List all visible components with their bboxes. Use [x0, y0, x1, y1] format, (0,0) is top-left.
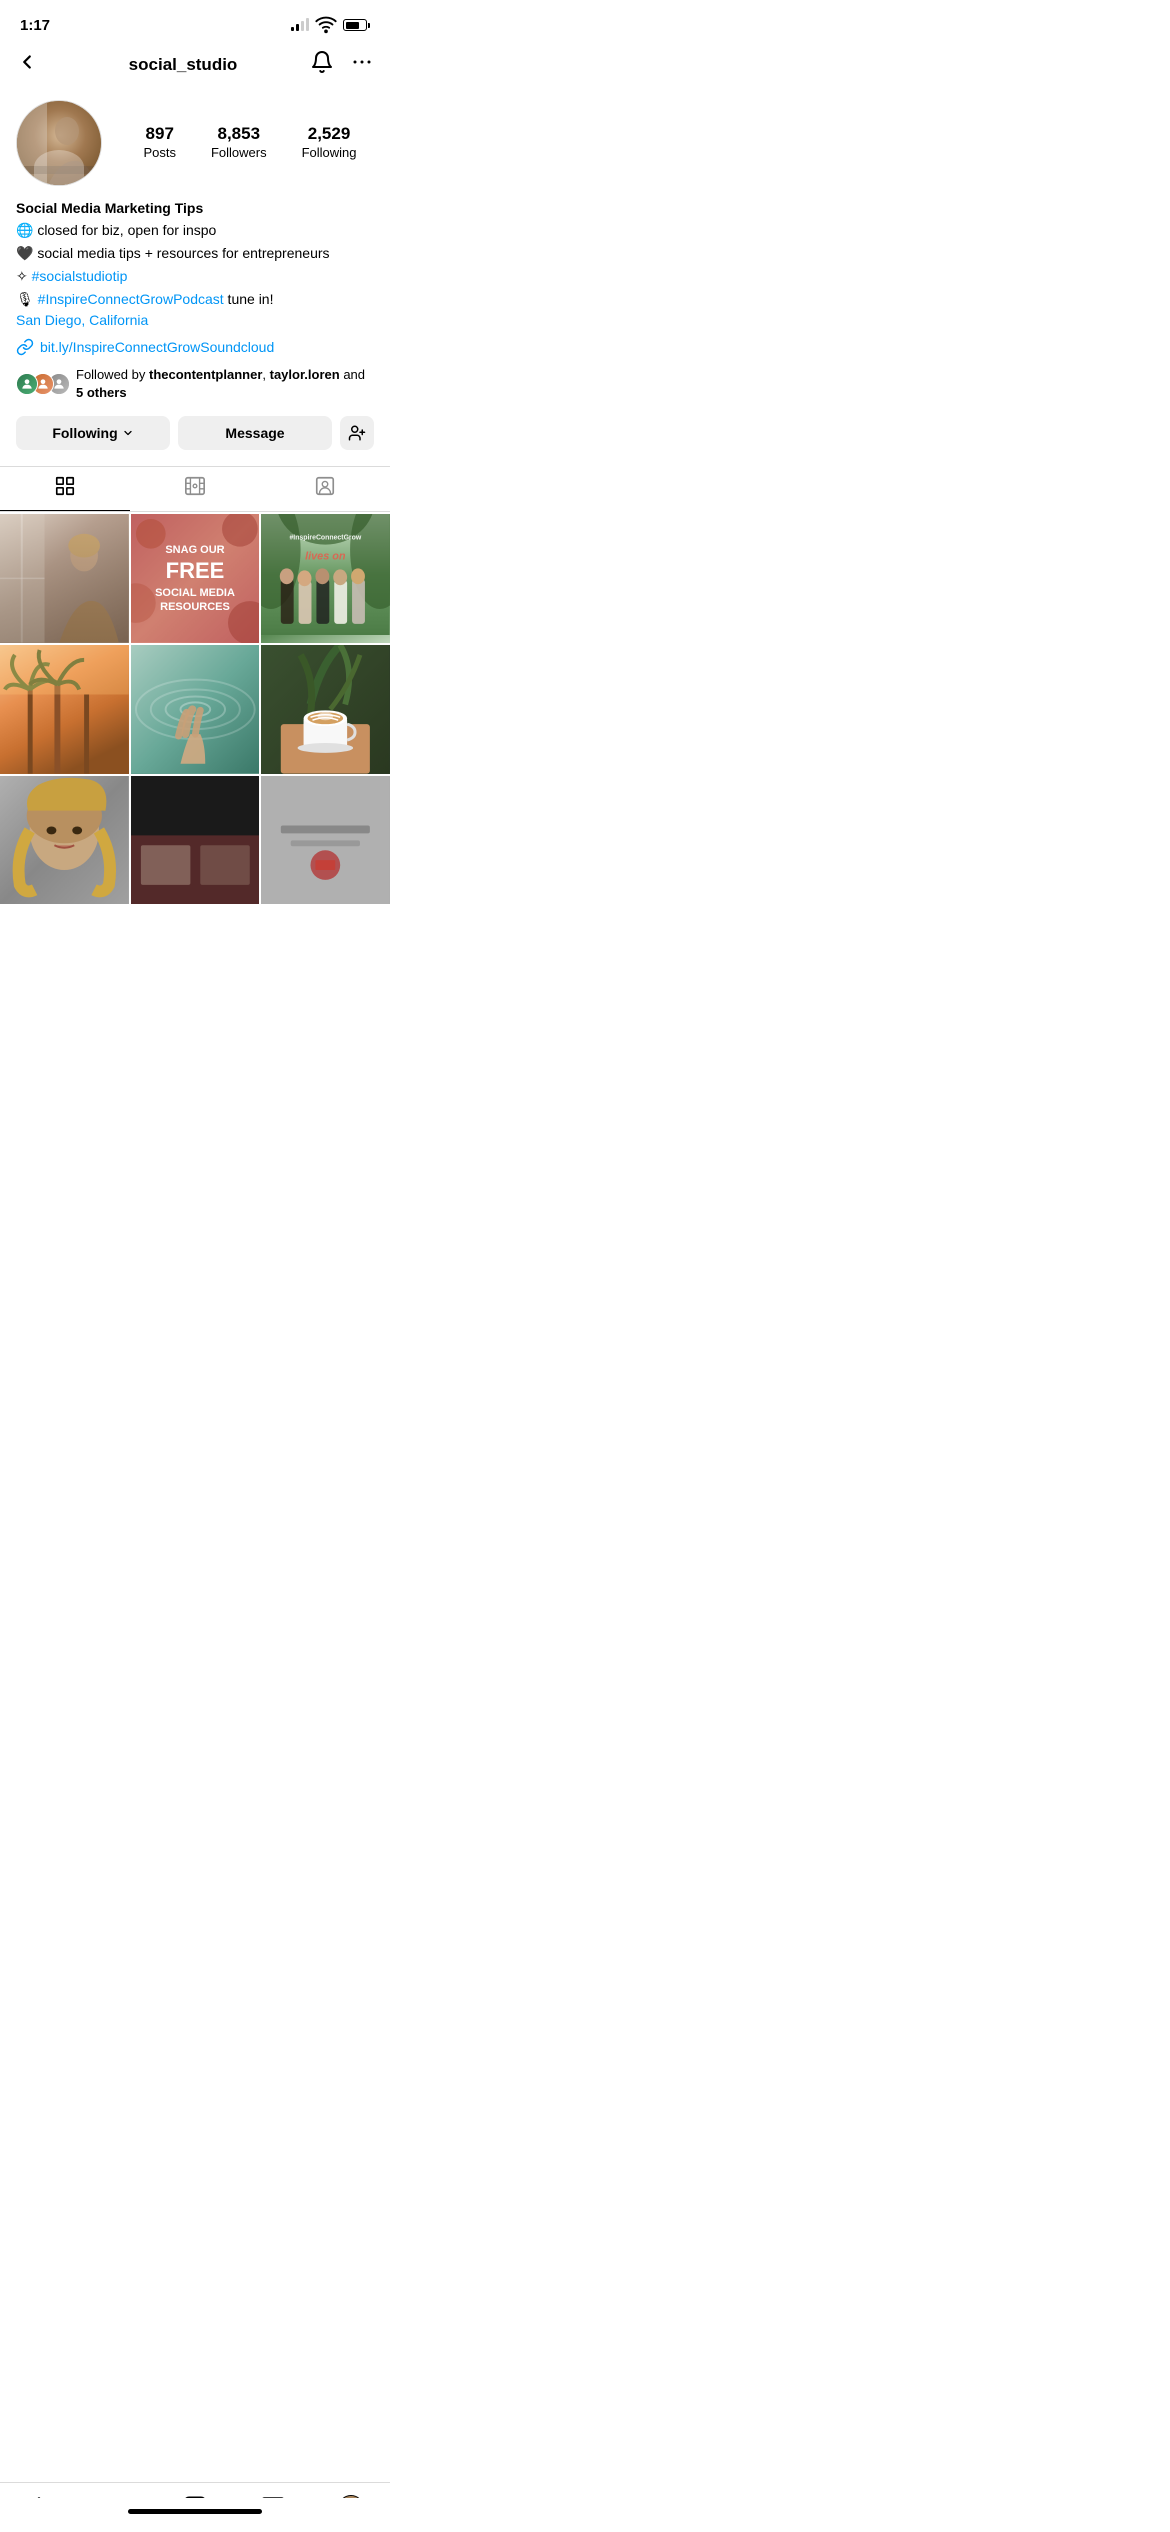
reels-icon [184, 475, 206, 503]
following-label: Following [302, 145, 357, 160]
followed-by-section: Followed by thecontentplanner, taylor.lo… [0, 366, 390, 402]
promo-line3: SOCIAL MEDIA [155, 587, 235, 599]
link-icon [16, 338, 34, 356]
signal-icon [291, 19, 309, 31]
grid-item-7[interactable] [0, 776, 129, 905]
posts-label: Posts [143, 145, 176, 160]
home-indicator-bar [128, 2509, 262, 2514]
grid-item-8[interactable] [131, 776, 260, 905]
more-options-icon[interactable] [350, 50, 374, 80]
avatar[interactable] [16, 100, 102, 186]
svg-text:lives on: lives on [305, 551, 346, 563]
promo-text: SNAG OUR FREE SOCIAL MEDIA RESOURCES [147, 535, 243, 622]
following-button[interactable]: Following [16, 416, 170, 450]
grid-item-9[interactable] [261, 776, 390, 905]
status-icons [291, 13, 370, 38]
posts-count: 897 [143, 124, 176, 144]
bio-line-2: 🖤 social media tips + resources for entr… [16, 243, 374, 264]
grid-item-6[interactable] [261, 645, 390, 774]
followers-count: 8,853 [211, 124, 267, 144]
promo-line1: SNAG OUR [165, 544, 224, 556]
stat-following[interactable]: 2,529 Following [302, 124, 357, 162]
grid-icon [54, 475, 76, 503]
battery-icon [343, 19, 370, 31]
bio-line-1: 🌐 closed for biz, open for inspo [16, 220, 374, 241]
hashtag-2[interactable]: #InspireConnectGrowPodcast [38, 291, 224, 307]
status-bar: 1:17 [0, 0, 390, 44]
back-button[interactable] [16, 51, 56, 79]
wifi-icon [315, 13, 337, 38]
profile-link-text[interactable]: bit.ly/InspireConnectGrowSoundcloud [40, 339, 274, 355]
content-tabs [0, 466, 390, 512]
promo-line2: FREE [155, 557, 235, 586]
tab-reels[interactable] [130, 467, 260, 511]
tab-tagged[interactable] [260, 467, 390, 511]
profile-location[interactable]: San Diego, California [16, 312, 374, 328]
grid-item-3[interactable]: #InspireConnectGrow lives on [261, 514, 390, 643]
add-person-icon [348, 424, 366, 442]
header-actions [310, 50, 374, 80]
action-buttons: Following Message [0, 416, 390, 450]
profile-name: Social Media Marketing Tips [16, 200, 374, 216]
grid-item-2[interactable]: SNAG OUR FREE SOCIAL MEDIA RESOURCES [131, 514, 260, 643]
notifications-icon[interactable] [310, 50, 334, 80]
header-username: social_studio [129, 55, 238, 75]
profile-top: 897 Posts 8,853 Followers 2,529 Followin… [16, 100, 374, 186]
tagged-icon [314, 475, 336, 503]
avatar-image [17, 101, 101, 185]
stat-followers[interactable]: 8,853 Followers [211, 124, 267, 162]
stats-row: 897 Posts 8,853 Followers 2,529 Followin… [126, 124, 374, 162]
chevron-down-icon [122, 427, 134, 439]
bio-section: Social Media Marketing Tips 🌐 closed for… [0, 200, 390, 328]
grid-item-4[interactable] [0, 645, 129, 774]
stat-posts[interactable]: 897 Posts [143, 124, 176, 162]
followed-by-text: Followed by thecontentplanner, taylor.lo… [76, 366, 374, 402]
profile-link[interactable]: bit.ly/InspireConnectGrowSoundcloud [0, 338, 390, 356]
svg-text:#InspireConnectGrow: #InspireConnectGrow [290, 535, 362, 542]
message-button[interactable]: Message [178, 416, 332, 450]
tab-grid[interactable] [0, 467, 130, 511]
grid-item-5[interactable] [131, 645, 260, 774]
follower-avatars [16, 373, 64, 395]
grid-item-1[interactable] [0, 514, 129, 643]
followers-label: Followers [211, 145, 267, 160]
bio-line-3: ✧ #socialstudiotip [16, 266, 374, 287]
profile-section: 897 Posts 8,853 Followers 2,529 Followin… [0, 92, 390, 186]
hashtag-1[interactable]: #socialstudiotip [32, 268, 128, 284]
status-time: 1:17 [20, 17, 50, 34]
bio-line-4: 🎙 #InspireConnectGrowPodcast tune in! [16, 289, 374, 310]
following-label: Following [52, 425, 117, 441]
add-friend-button[interactable] [340, 416, 374, 450]
home-indicator [0, 2498, 390, 2532]
following-count: 2,529 [302, 124, 357, 144]
promo-line4: RESOURCES [160, 601, 230, 613]
profile-header: social_studio [0, 44, 390, 92]
photo-grid: SNAG OUR FREE SOCIAL MEDIA RESOURCES [0, 514, 390, 904]
